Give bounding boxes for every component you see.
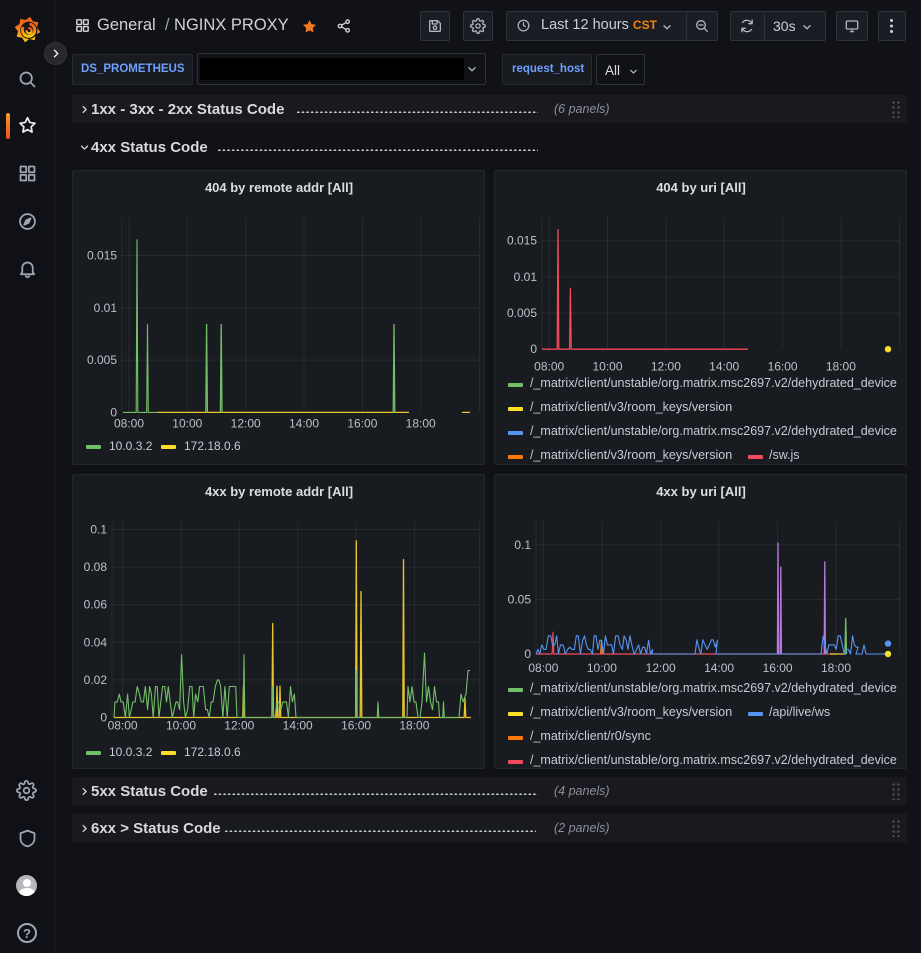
svg-text:0: 0 — [524, 647, 531, 661]
svg-text:0.05: 0.05 — [508, 592, 532, 606]
svg-text:10:00: 10:00 — [166, 719, 196, 733]
svg-text:18:00: 18:00 — [821, 661, 851, 675]
svg-text:0: 0 — [100, 711, 107, 725]
svg-text:16:00: 16:00 — [763, 661, 793, 675]
svg-text:14:00: 14:00 — [709, 360, 739, 374]
svg-text:0.1: 0.1 — [90, 523, 107, 537]
svg-text:0.005: 0.005 — [507, 306, 537, 320]
svg-text:08:00: 08:00 — [108, 719, 138, 733]
svg-text:10:00: 10:00 — [172, 416, 202, 430]
svg-text:18:00: 18:00 — [826, 360, 856, 374]
svg-text:4xx by remote addr [All]: 4xx by remote addr [All] — [205, 484, 353, 499]
svg-text:0.06: 0.06 — [84, 598, 108, 612]
svg-text:14:00: 14:00 — [289, 416, 319, 430]
svg-text:16:00: 16:00 — [341, 719, 371, 733]
svg-text:0.04: 0.04 — [84, 635, 108, 649]
svg-text:10:00: 10:00 — [587, 661, 617, 675]
svg-text:0.005: 0.005 — [87, 353, 117, 367]
svg-text:0.01: 0.01 — [514, 270, 538, 284]
svg-text:12:00: 12:00 — [646, 661, 676, 675]
svg-text:12:00: 12:00 — [231, 416, 261, 430]
svg-text:0.1: 0.1 — [514, 538, 531, 552]
svg-text:0.015: 0.015 — [507, 234, 537, 248]
svg-text:4xx by uri [All]: 4xx by uri [All] — [656, 484, 746, 499]
svg-text:12:00: 12:00 — [224, 719, 254, 733]
svg-text:0.01: 0.01 — [94, 301, 118, 315]
svg-text:08:00: 08:00 — [534, 360, 564, 374]
svg-text:10:00: 10:00 — [592, 360, 622, 374]
svg-text:404 by uri [All]: 404 by uri [All] — [656, 180, 746, 195]
svg-text:0.015: 0.015 — [87, 249, 117, 263]
svg-text:12:00: 12:00 — [651, 360, 681, 374]
svg-text:16:00: 16:00 — [347, 416, 377, 430]
svg-text:08:00: 08:00 — [528, 661, 558, 675]
svg-text:08:00: 08:00 — [114, 416, 144, 430]
svg-text:18:00: 18:00 — [399, 719, 429, 733]
svg-text:16:00: 16:00 — [768, 360, 798, 374]
svg-text:0.08: 0.08 — [84, 560, 108, 574]
svg-text:404 by remote addr [All]: 404 by remote addr [All] — [205, 180, 353, 195]
svg-text:14:00: 14:00 — [704, 661, 734, 675]
svg-text:18:00: 18:00 — [406, 416, 436, 430]
svg-text:14:00: 14:00 — [283, 719, 313, 733]
svg-text:0.02: 0.02 — [84, 673, 108, 687]
svg-text:0: 0 — [530, 342, 537, 356]
